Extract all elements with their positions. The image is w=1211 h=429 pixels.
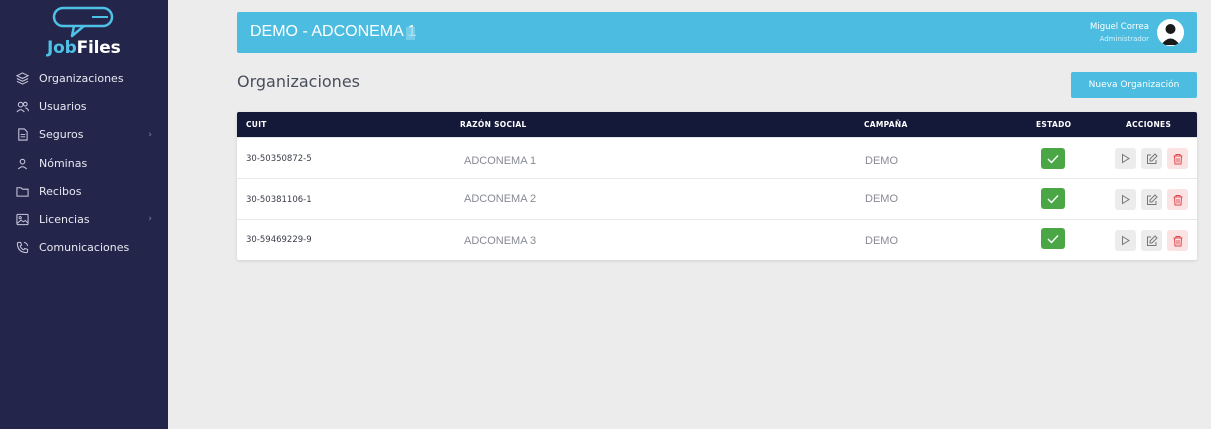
sidebar-item-label: Organizaciones bbox=[39, 71, 124, 85]
column-header-cuit[interactable]: CUIT bbox=[246, 120, 267, 129]
sidebar-item-organizaciones[interactable]: Organizaciones bbox=[0, 64, 168, 92]
logo-text: JobFiles bbox=[47, 38, 121, 58]
cuit-cell: 30-50350872-5 bbox=[246, 154, 312, 164]
sidebar-item-label: Comunicaciones bbox=[39, 241, 130, 255]
sidebar: JobFiles Organizaciones Usuarios Seguros… bbox=[0, 0, 168, 429]
table-row: 30-50381106-1 ADCONEMA 2 DEMO bbox=[237, 178, 1197, 219]
column-header-campana[interactable]: CAMPAÑA bbox=[864, 120, 908, 129]
page-title: Organizaciones bbox=[237, 72, 360, 91]
jobfiles-logo[interactable]: JobFiles bbox=[40, 6, 140, 58]
header-title: DEMO - ADCONEMA 1 bbox=[250, 23, 417, 40]
sidebar-item-seguros[interactable]: Seguros › bbox=[0, 121, 168, 149]
avatar[interactable] bbox=[1157, 19, 1184, 46]
check-icon bbox=[1047, 234, 1059, 244]
delete-button[interactable] bbox=[1167, 148, 1188, 169]
column-header-razon-social[interactable]: RAZÓN SOCIAL bbox=[460, 120, 527, 129]
edit-button[interactable] bbox=[1141, 230, 1162, 251]
razon-social-cell: ADCONEMA 3 bbox=[464, 235, 537, 247]
sidebar-item-recibos[interactable]: Recibos bbox=[0, 177, 168, 205]
delete-button[interactable] bbox=[1167, 230, 1188, 251]
campana-cell: DEMO bbox=[865, 193, 898, 205]
new-organization-button[interactable]: Nueva Organización bbox=[1071, 72, 1197, 98]
trash-icon bbox=[1173, 235, 1182, 246]
edit-icon bbox=[1146, 193, 1158, 205]
edit-button[interactable] bbox=[1141, 189, 1162, 210]
sidebar-item-nominas[interactable]: Nóminas bbox=[0, 149, 168, 177]
sidebar-item-label: Seguros bbox=[39, 128, 84, 142]
text-cursor-highlight bbox=[406, 27, 415, 40]
chat-bubble-logo-icon bbox=[52, 6, 114, 38]
check-icon bbox=[1047, 154, 1059, 164]
header-bar: DEMO - ADCONEMA 1 Miguel Correa Administ… bbox=[237, 12, 1197, 53]
trash-icon bbox=[1173, 194, 1182, 205]
table-header: CUIT RAZÓN SOCIAL CAMPAÑA ESTADO ACCIONE… bbox=[237, 112, 1197, 137]
user-name[interactable]: Miguel Correa bbox=[1090, 22, 1149, 32]
edit-icon bbox=[1146, 152, 1158, 164]
status-active-toggle[interactable] bbox=[1041, 188, 1065, 209]
status-active-toggle[interactable] bbox=[1041, 228, 1065, 249]
sidebar-item-comunicaciones[interactable]: Comunicaciones bbox=[0, 234, 168, 262]
sidebar-item-licencias[interactable]: Licencias › bbox=[0, 205, 168, 233]
sidebar-item-label: Usuarios bbox=[39, 99, 87, 113]
status-active-toggle[interactable] bbox=[1041, 148, 1065, 169]
table-row: 30-59469229-9 ADCONEMA 3 DEMO bbox=[237, 219, 1197, 260]
column-header-estado[interactable]: ESTADO bbox=[1036, 120, 1071, 129]
edit-button[interactable] bbox=[1141, 148, 1162, 169]
user-icon bbox=[15, 156, 29, 170]
image-icon bbox=[15, 213, 29, 227]
razon-social-cell: ADCONEMA 1 bbox=[464, 155, 537, 167]
layers-icon bbox=[15, 71, 29, 85]
play-icon bbox=[1122, 153, 1130, 164]
campana-cell: DEMO bbox=[865, 235, 898, 247]
sidebar-item-usuarios[interactable]: Usuarios bbox=[0, 92, 168, 120]
play-icon bbox=[1122, 235, 1130, 246]
cuit-cell: 30-59469229-9 bbox=[246, 235, 312, 245]
run-button[interactable] bbox=[1115, 230, 1136, 251]
table-row: 30-50350872-5 ADCONEMA 1 DEMO bbox=[237, 137, 1197, 178]
edit-icon bbox=[1146, 234, 1158, 246]
campana-cell: DEMO bbox=[865, 155, 898, 167]
column-header-acciones: ACCIONES bbox=[1126, 120, 1172, 129]
run-button[interactable] bbox=[1115, 189, 1136, 210]
play-icon bbox=[1122, 194, 1130, 205]
users-icon bbox=[15, 99, 29, 113]
sidebar-item-label: Nóminas bbox=[39, 156, 88, 170]
trash-icon bbox=[1173, 153, 1182, 164]
document-icon bbox=[15, 128, 29, 142]
organizations-table: CUIT RAZÓN SOCIAL CAMPAÑA ESTADO ACCIONE… bbox=[237, 112, 1197, 260]
sidebar-item-label: Licencias bbox=[39, 213, 90, 227]
user-role: Administrador bbox=[1099, 35, 1149, 43]
phone-icon bbox=[15, 241, 29, 255]
check-icon bbox=[1047, 194, 1059, 204]
run-button[interactable] bbox=[1115, 148, 1136, 169]
cuit-cell: 30-50381106-1 bbox=[246, 195, 312, 205]
delete-button[interactable] bbox=[1167, 189, 1188, 210]
razon-social-cell: ADCONEMA 2 bbox=[464, 193, 537, 205]
user-avatar-icon bbox=[1157, 19, 1184, 46]
chevron-right-icon: › bbox=[148, 129, 152, 140]
folder-icon bbox=[15, 184, 29, 198]
chevron-right-icon: › bbox=[148, 214, 152, 225]
sidebar-nav: Organizaciones Usuarios Seguros › Nómina… bbox=[0, 64, 168, 262]
sidebar-item-label: Recibos bbox=[39, 184, 82, 198]
